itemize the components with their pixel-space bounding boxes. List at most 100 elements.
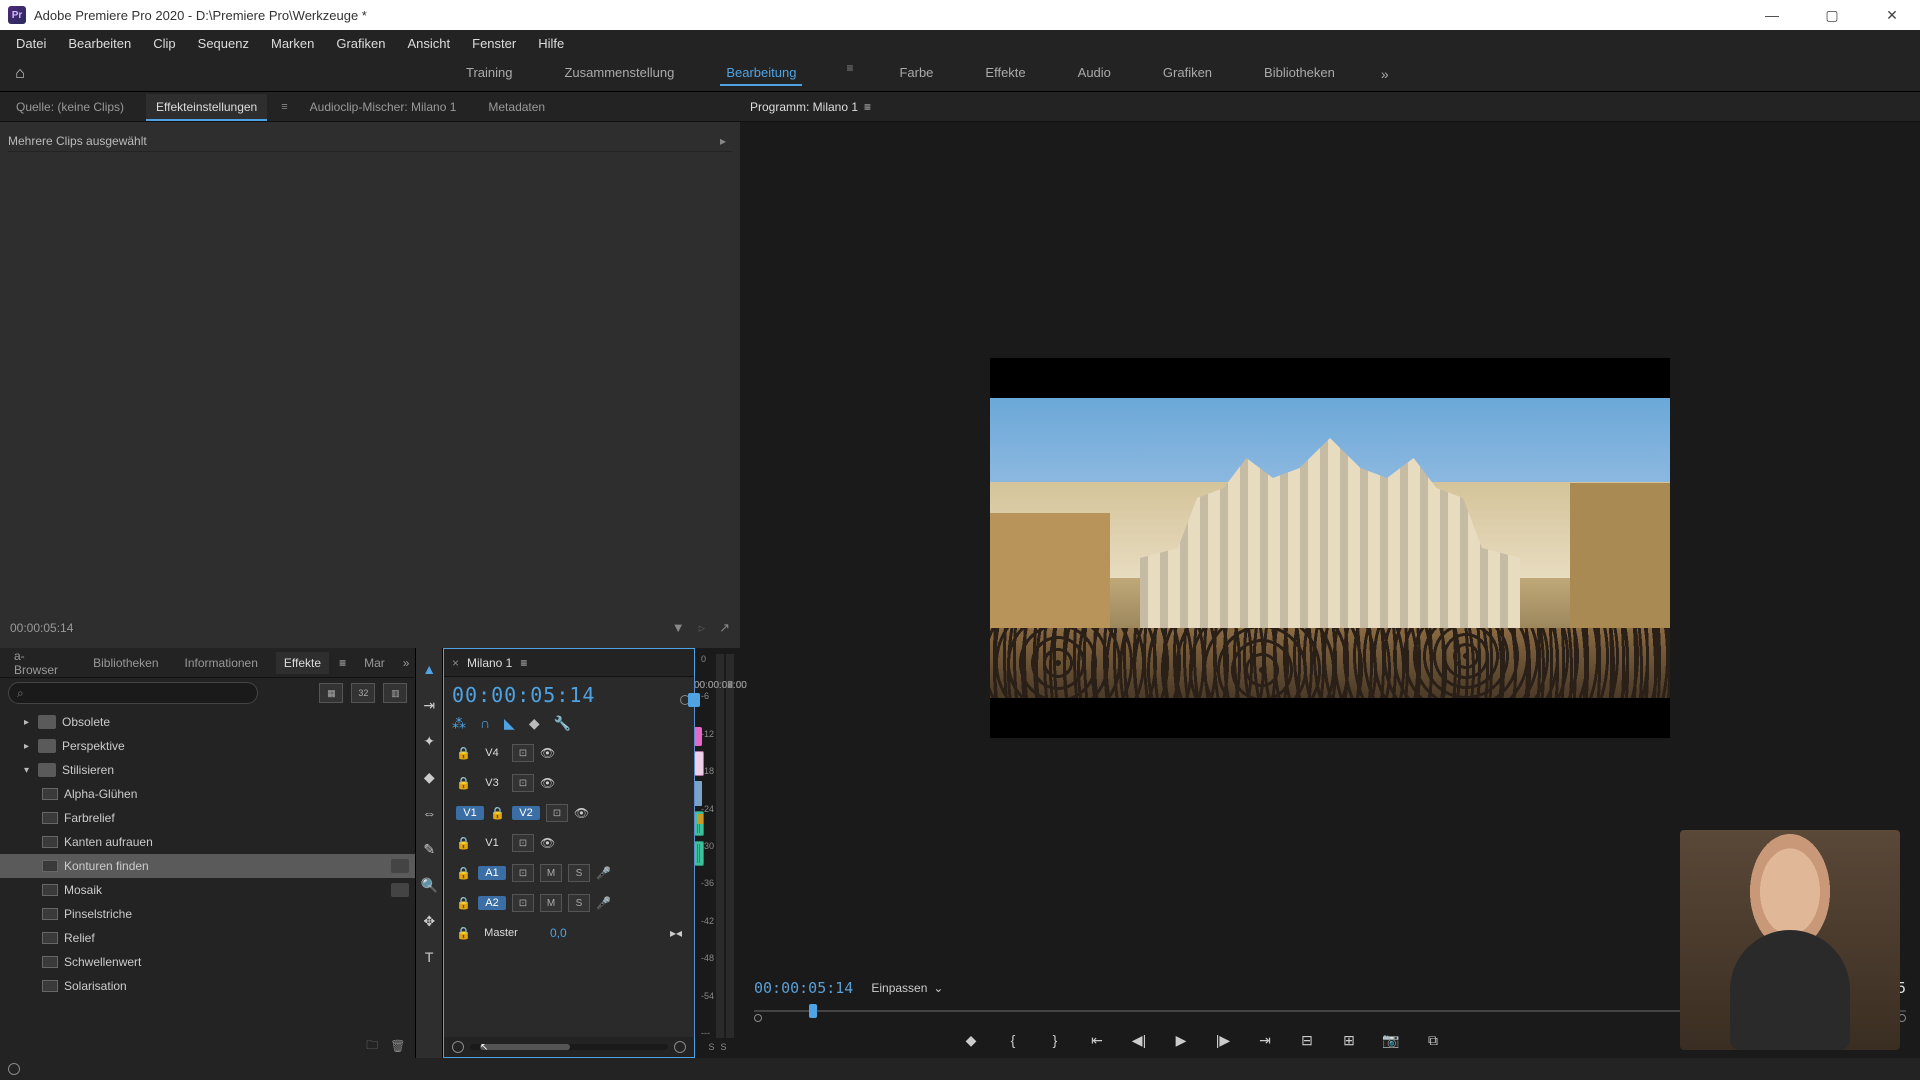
program-tab[interactable]: Programm: Milano 1: [750, 100, 858, 114]
clip-v2[interactable]: [694, 751, 704, 776]
browser-tab-informationen[interactable]: Informationen: [177, 652, 266, 674]
filter-icon[interactable]: ▼: [672, 620, 685, 636]
lift-button[interactable]: ⊟: [1296, 1032, 1318, 1049]
type-tool[interactable]: T: [418, 946, 440, 968]
eye-icon[interactable]: 👁: [540, 746, 555, 760]
audio-clip-a2[interactable]: [694, 841, 704, 866]
play-button[interactable]: ▶: [1170, 1032, 1192, 1049]
timeline-close-icon[interactable]: ×: [452, 656, 459, 670]
panel-menu-icon[interactable]: ≡: [281, 101, 287, 113]
eye-icon[interactable]: 👁: [574, 806, 589, 820]
timeline-timecode[interactable]: 00:00:05:14: [452, 683, 686, 711]
go-to-in-button[interactable]: ⇤: [1086, 1032, 1108, 1049]
browser-tab-effekte[interactable]: Effekte: [276, 652, 329, 674]
menu-clip[interactable]: Clip: [143, 33, 185, 54]
zoom-in-handle[interactable]: [674, 1041, 686, 1053]
source-tab-0[interactable]: Quelle: (keine Clips): [6, 94, 134, 120]
effects-item-schwellenwert[interactable]: Schwellenwert: [0, 950, 415, 974]
track-header-v1[interactable]: 🔒 V1 ⊡ 👁: [452, 828, 686, 858]
fit-dropdown[interactable]: Einpassen ⌄: [871, 981, 943, 995]
effects-item-farbrelief[interactable]: Farbrelief: [0, 806, 415, 830]
source-tab-1[interactable]: Effekteinstellungen: [146, 94, 267, 120]
comparison-view-button[interactable]: ⧉: [1422, 1032, 1444, 1049]
export-frame-button[interactable]: 📷: [1380, 1032, 1402, 1049]
lock-icon[interactable]: 🔒: [456, 926, 472, 940]
lock-icon[interactable]: 🔒: [456, 866, 472, 880]
razor-tool[interactable]: ◆: [418, 766, 440, 788]
clip-adjustment-layer[interactable]: Farbkorrekturen: [694, 727, 702, 746]
workspace-zusammenstellung[interactable]: Zusammenstellung: [558, 61, 680, 86]
settings-icon[interactable]: 🔧: [554, 715, 571, 732]
share-icon[interactable]: ↗: [719, 620, 730, 636]
mute-icon[interactable]: M: [540, 894, 562, 912]
master-value[interactable]: 0,0: [550, 926, 567, 940]
menu-marken[interactable]: Marken: [261, 33, 324, 54]
solo-left[interactable]: S: [708, 1042, 714, 1052]
close-button[interactable]: ✕: [1872, 7, 1912, 24]
minimize-button[interactable]: —: [1752, 7, 1792, 24]
effects-item-relief[interactable]: Relief: [0, 926, 415, 950]
workspace-overflow-icon[interactable]: »: [1381, 66, 1389, 82]
extract-button[interactable]: ⊞: [1338, 1032, 1360, 1049]
workspace-effekte[interactable]: Effekte: [979, 61, 1031, 86]
twisty-icon[interactable]: ▾: [24, 765, 38, 776]
scrub-position[interactable]: [809, 1004, 817, 1018]
workspace-audio[interactable]: Audio: [1072, 61, 1117, 86]
step-forward-button[interactable]: |▶: [1212, 1032, 1234, 1049]
eye-icon[interactable]: 👁: [540, 836, 555, 850]
twisty-icon[interactable]: ▸: [24, 717, 38, 728]
zoom-tool[interactable]: ✥: [418, 910, 440, 932]
go-to-out-button[interactable]: ⇥: [1254, 1032, 1276, 1049]
playhead[interactable]: [688, 693, 700, 707]
workspace-grafiken[interactable]: Grafiken: [1157, 61, 1218, 86]
linked-selection-icon[interactable]: ∩: [480, 715, 490, 732]
menu-sequenz[interactable]: Sequenz: [188, 33, 259, 54]
step-back-button[interactable]: ◀|: [1128, 1032, 1150, 1049]
mute-icon[interactable]: M: [540, 864, 562, 882]
delete-icon[interactable]: 🗑: [390, 1039, 405, 1053]
solo-right[interactable]: S: [720, 1042, 726, 1052]
mic-icon[interactable]: 🎤: [596, 896, 611, 910]
track-header-v4[interactable]: 🔒 V4 ⊡ 👁: [452, 738, 686, 768]
browser-tab-a-browser[interactable]: a-Browser: [6, 645, 75, 681]
twisty-icon[interactable]: ▸: [24, 741, 38, 752]
effects-item-konturen-finden[interactable]: Konturen finden: [0, 854, 415, 878]
workspace-menu-icon[interactable]: ≡: [846, 61, 853, 86]
effects-folder-obsolete[interactable]: ▸Obsolete: [0, 710, 415, 734]
hand-tool[interactable]: 🔍: [418, 874, 440, 896]
marker-icon[interactable]: ◆: [529, 715, 540, 732]
preset-type-2-icon[interactable]: 32: [351, 683, 375, 703]
source-tab-3[interactable]: Metadaten: [478, 94, 555, 120]
scrub-handle-left[interactable]: [754, 1014, 762, 1022]
timeline-menu-icon[interactable]: ≡: [520, 656, 527, 670]
workspace-training[interactable]: Training: [460, 61, 518, 86]
workspace-bearbeitung[interactable]: Bearbeitung: [720, 61, 802, 86]
lock-icon[interactable]: 🔒: [456, 896, 472, 910]
browser-overflow-icon[interactable]: »: [403, 656, 410, 670]
pen-tool[interactable]: ✎: [418, 838, 440, 860]
browser-tab-mar[interactable]: Mar: [356, 652, 393, 674]
effects-item-solarisation[interactable]: Solarisation: [0, 974, 415, 998]
sync-lock-icon[interactable]: ⊡: [512, 774, 534, 792]
effects-folder-perspektive[interactable]: ▸Perspektive: [0, 734, 415, 758]
solo-icon[interactable]: S: [568, 894, 590, 912]
track-header-a1[interactable]: 🔒 A1 ⊡ M S 🎤: [452, 858, 686, 888]
lock-icon[interactable]: 🔒: [456, 746, 472, 760]
program-timecode-current[interactable]: 00:00:05:14: [754, 979, 853, 997]
sync-lock-icon[interactable]: ⊡: [512, 864, 534, 882]
output-icon[interactable]: ▸◂: [670, 926, 682, 940]
source-tab-2[interactable]: Audioclip-Mischer: Milano 1: [300, 94, 467, 120]
lock-icon[interactable]: 🔒: [456, 836, 472, 850]
solo-icon[interactable]: S: [568, 864, 590, 882]
lock-icon[interactable]: 🔒: [490, 806, 506, 820]
track-header-a2[interactable]: 🔒 A2 ⊡ M S 🎤: [452, 888, 686, 918]
mark-out-button[interactable]: }: [1044, 1032, 1066, 1048]
track-header-master[interactable]: 🔒 Master 0,0 ▸◂: [452, 918, 686, 948]
fx-collapse-icon[interactable]: ▸: [720, 134, 726, 148]
sync-lock-icon[interactable]: ⊡: [512, 894, 534, 912]
panel-menu-icon[interactable]: ≡: [339, 656, 346, 670]
preset-type-3-icon[interactable]: ▥: [383, 683, 407, 703]
add-marker-button[interactable]: ◆: [960, 1032, 982, 1049]
workspace-farbe[interactable]: Farbe: [893, 61, 939, 86]
home-icon[interactable]: ⌂: [0, 65, 40, 83]
